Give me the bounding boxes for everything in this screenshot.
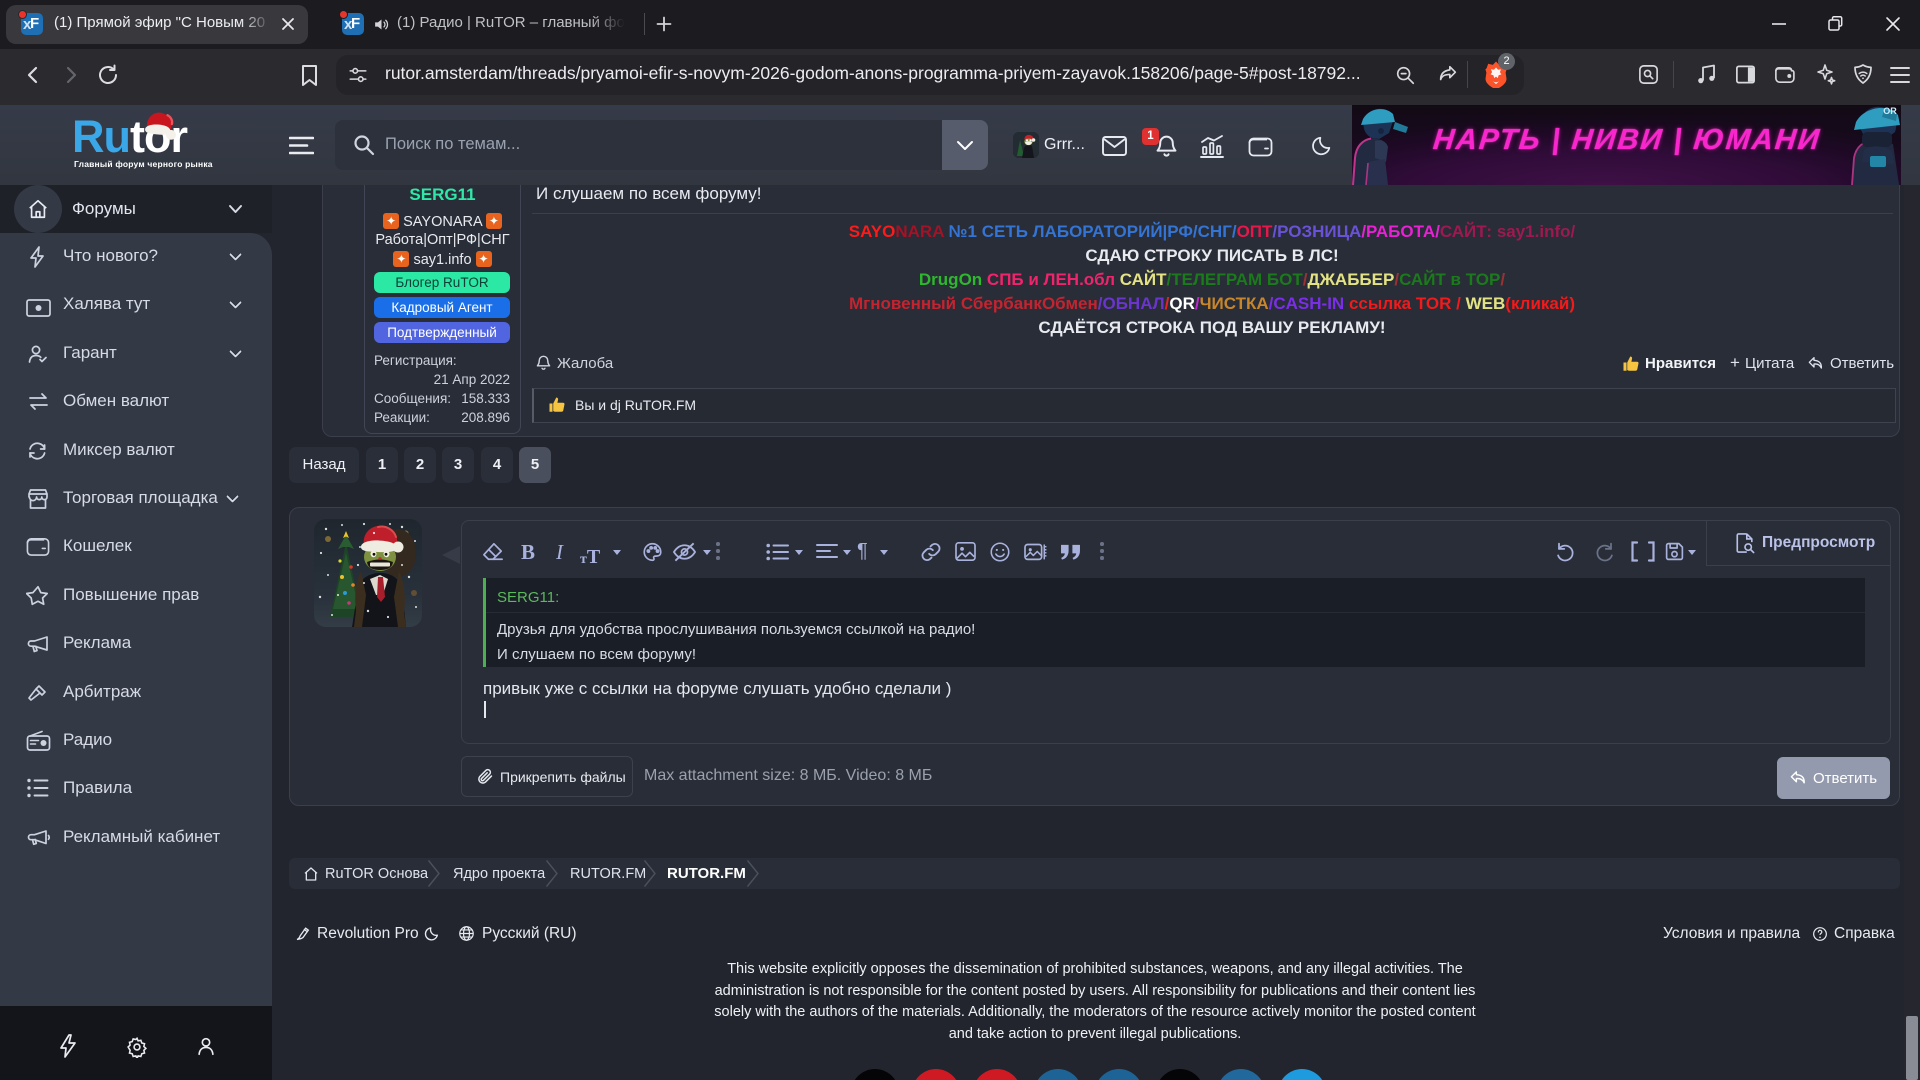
svg-text:OR: OR — [1883, 106, 1897, 116]
